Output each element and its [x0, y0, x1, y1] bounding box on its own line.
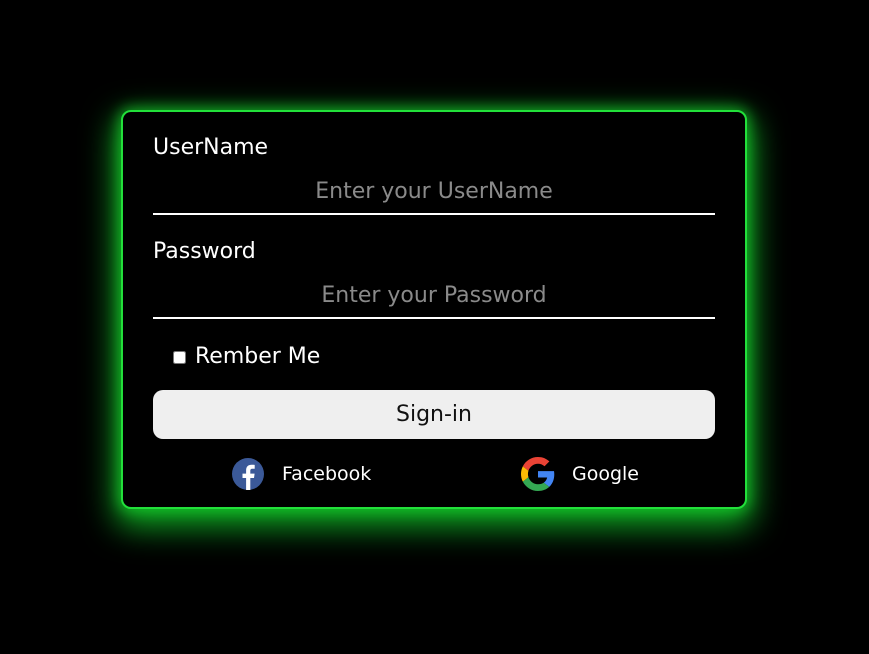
google-label: Google [572, 463, 640, 485]
login-card: UserName Password Rember Me Sign-in Face… [121, 110, 747, 509]
remember-me: Rember Me [173, 344, 320, 370]
username-input[interactable] [153, 175, 715, 215]
google-login-button[interactable]: Google [521, 457, 639, 491]
google-icon [521, 457, 555, 491]
sign-in-button[interactable]: Sign-in [153, 390, 715, 439]
remember-me-label: Rember Me [195, 344, 321, 369]
facebook-label: Facebook [282, 463, 372, 485]
facebook-login-button[interactable]: Facebook [231, 457, 371, 491]
facebook-icon [231, 457, 265, 491]
password-input[interactable] [153, 279, 715, 319]
username-label: UserName [153, 135, 269, 160]
remember-me-checkbox[interactable] [173, 350, 186, 364]
password-label: Password [153, 239, 256, 264]
